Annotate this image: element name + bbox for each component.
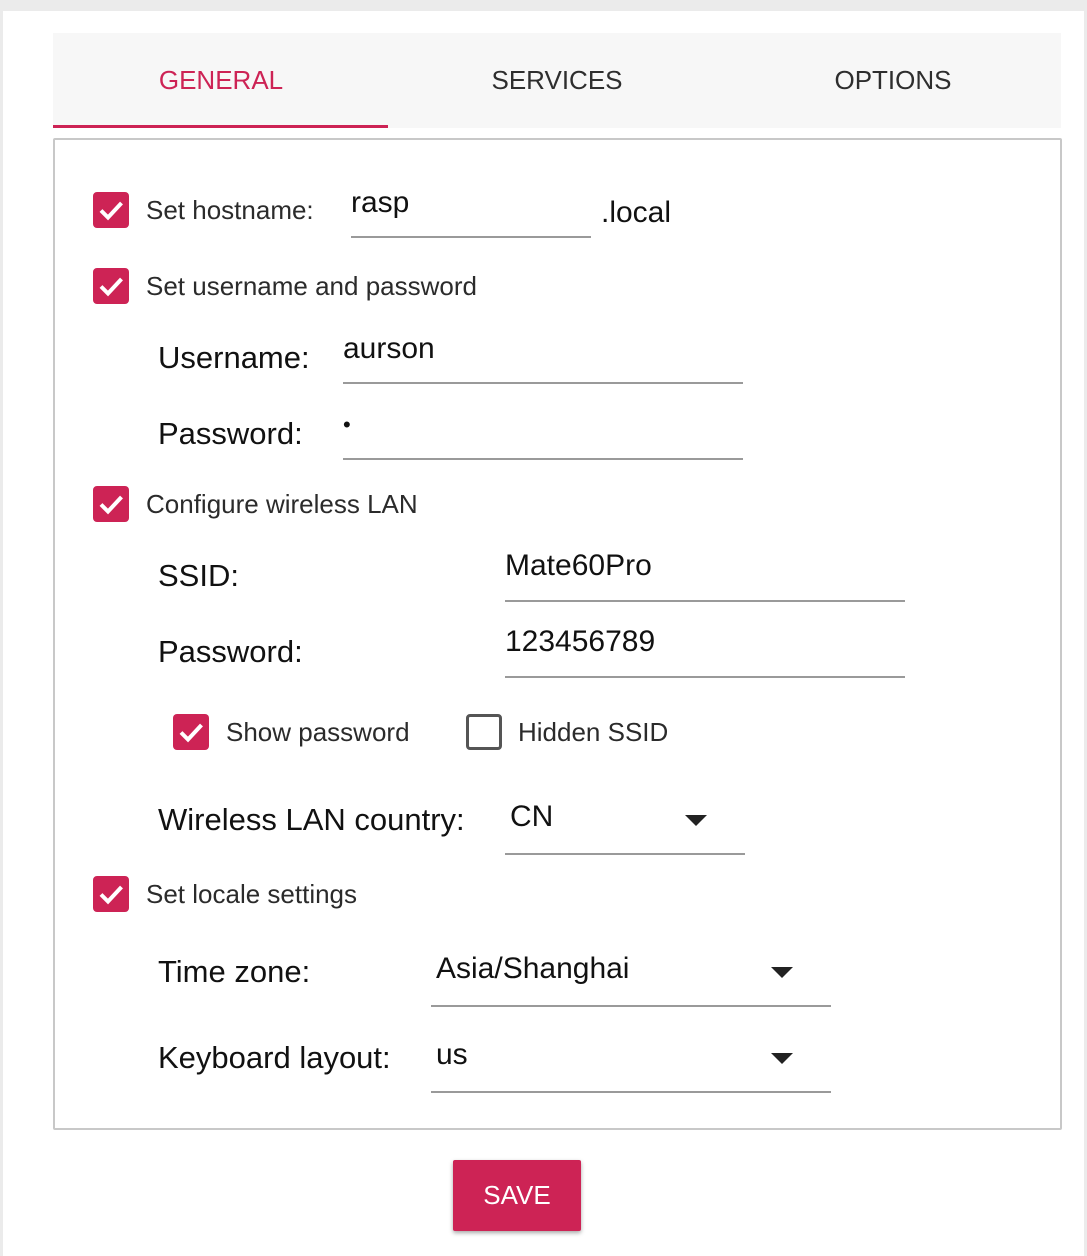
wireless-checkbox[interactable] xyxy=(93,486,129,522)
tab-options-label: OPTIONS xyxy=(834,65,952,95)
hostname-input[interactable]: rasp xyxy=(351,186,591,238)
save-button[interactable]: SAVE xyxy=(453,1160,581,1231)
save-button-label: SAVE xyxy=(483,1180,551,1210)
hidden-ssid-label: Hidden SSID xyxy=(518,717,669,747)
show-password-checkbox[interactable] xyxy=(173,714,209,750)
checkmark-icon xyxy=(99,201,123,221)
triangle-down-icon xyxy=(771,1053,793,1064)
timezone-label: Time zone: xyxy=(158,954,311,989)
ssid-value: Mate60Pro xyxy=(505,549,652,582)
wireless-checkbox-label: Configure wireless LAN xyxy=(146,489,418,519)
timezone-select[interactable]: Asia/Shanghai xyxy=(431,952,831,1007)
password-value: • xyxy=(343,412,351,437)
tab-services-label: SERVICES xyxy=(491,65,623,95)
username-label: Username: xyxy=(158,340,310,375)
keyboard-value: us xyxy=(436,1038,468,1071)
triangle-down-icon xyxy=(685,815,707,826)
wifi-password-value: 123456789 xyxy=(505,625,656,658)
wlan-country-label: Wireless LAN country: xyxy=(158,802,465,837)
checkmark-icon xyxy=(99,495,123,515)
keyboard-label: Keyboard layout: xyxy=(158,1040,391,1075)
wlan-country-select[interactable]: CN xyxy=(505,800,745,855)
locale-checkbox-label: Set locale settings xyxy=(146,879,358,909)
tab-options[interactable]: OPTIONS xyxy=(725,33,1061,128)
tab-general-label: GENERAL xyxy=(158,65,284,95)
triangle-down-icon xyxy=(771,967,793,978)
tab-general[interactable]: GENERAL xyxy=(53,33,389,128)
keyboard-select[interactable]: us xyxy=(431,1038,831,1093)
active-tab-indicator xyxy=(53,125,388,128)
hostname-checkbox-label: Set hostname: xyxy=(146,195,314,225)
username-value: aurson xyxy=(343,332,435,365)
credentials-checkbox-label: Set username and password xyxy=(146,271,477,301)
timezone-value: Asia/Shanghai xyxy=(436,952,630,985)
hostname-suffix: .local xyxy=(601,196,672,229)
locale-checkbox[interactable] xyxy=(93,876,129,912)
ssid-input[interactable]: Mate60Pro xyxy=(505,549,905,602)
hostname-checkbox[interactable] xyxy=(93,192,129,228)
checkmark-icon xyxy=(179,723,203,743)
checkmark-icon xyxy=(99,277,123,297)
password-label: Password: xyxy=(158,416,303,451)
credentials-checkbox[interactable] xyxy=(93,268,129,304)
hidden-ssid-checkbox[interactable] xyxy=(466,714,502,750)
ssid-label: SSID: xyxy=(158,558,239,593)
password-input[interactable]: • xyxy=(343,408,743,460)
show-password-label: Show password xyxy=(226,717,410,747)
wifi-password-label: Password: xyxy=(158,634,303,669)
hostname-value: rasp xyxy=(351,186,410,219)
wifi-password-input[interactable]: 123456789 xyxy=(505,625,905,678)
tab-services[interactable]: SERVICES xyxy=(389,33,725,128)
tab-bar: GENERAL SERVICES OPTIONS xyxy=(53,33,1061,128)
username-input[interactable]: aurson xyxy=(343,332,743,384)
checkmark-icon xyxy=(99,885,123,905)
wlan-country-value: CN xyxy=(510,800,554,833)
